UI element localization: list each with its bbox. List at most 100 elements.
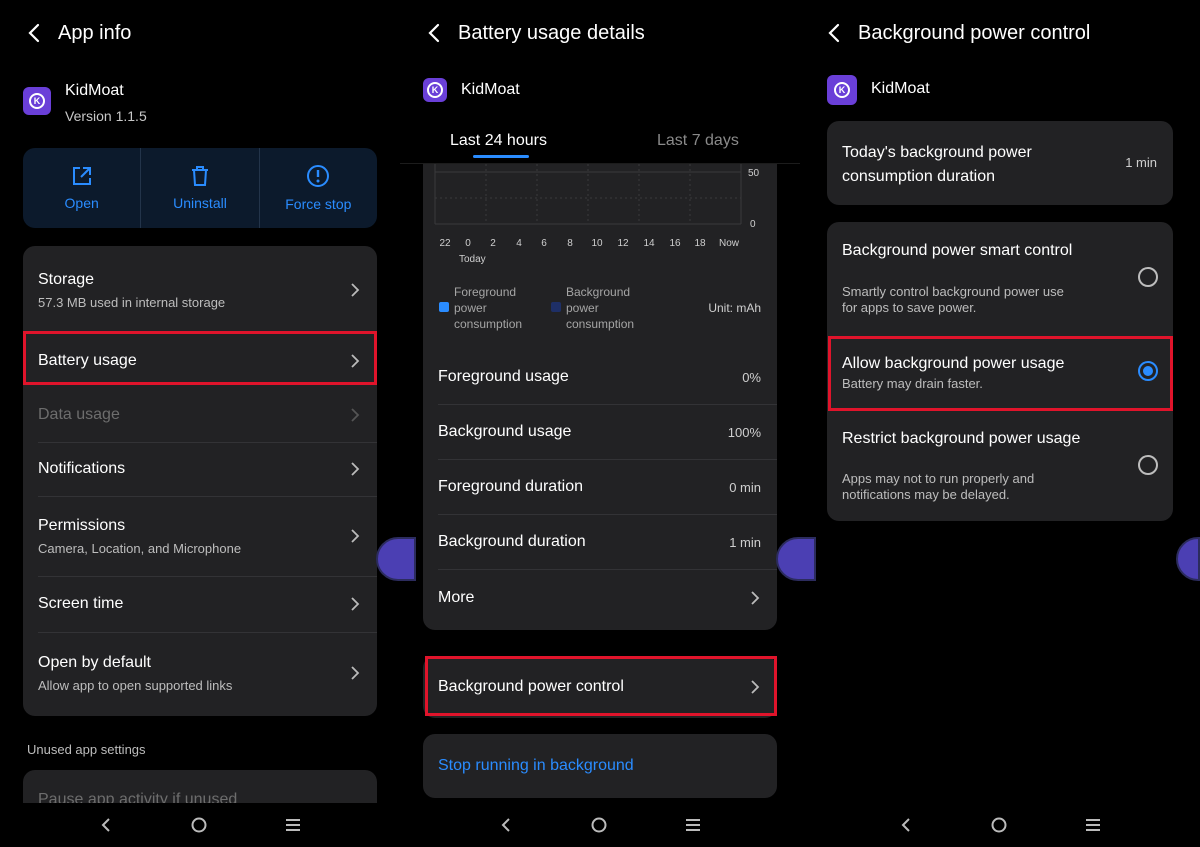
- time-range-tabs: Last 24 hours Last 7 days: [400, 128, 800, 164]
- back-arrow-icon[interactable]: [20, 19, 48, 47]
- chevron-right-icon: [351, 666, 360, 680]
- x-tick-label: 0: [465, 238, 471, 249]
- open-label: Open: [64, 195, 99, 211]
- highlight-box: [828, 336, 1173, 411]
- tab-last-7-days[interactable]: Last 7 days: [657, 132, 739, 150]
- x-tick-label: 18: [694, 238, 706, 249]
- stat-value: 100%: [727, 424, 761, 440]
- chevron-right-icon: [351, 283, 360, 297]
- open-button[interactable]: Open: [23, 148, 142, 228]
- notifications-label: Notifications: [38, 460, 126, 477]
- force-stop-button[interactable]: Force stop: [260, 148, 377, 228]
- bg-power-header: Background power control: [820, 18, 1090, 48]
- page-title: Background power control: [858, 21, 1091, 44]
- permissions-label: Permissions: [38, 516, 126, 534]
- app-version: Version 1.1.5: [65, 108, 147, 124]
- nav-bar: [0, 803, 400, 847]
- stat-value: 1 min: [729, 534, 761, 550]
- tab-last-24-hours[interactable]: Last 24 hours: [450, 132, 547, 150]
- x-tick-label: Now: [719, 238, 740, 249]
- stat-value: 0 min: [729, 479, 761, 495]
- nav-back-icon[interactable]: [898, 816, 914, 834]
- nav-home-icon[interactable]: [590, 816, 608, 834]
- x-tick-label: 4: [516, 238, 522, 249]
- stat-label: Foreground duration: [438, 478, 583, 495]
- trash-icon: [191, 166, 208, 186]
- app-info-panel: App info K KidMoat Version 1.1.5 Open Un…: [0, 0, 400, 847]
- floating-assistant-button[interactable]: [376, 537, 416, 581]
- chevron-right-icon: [751, 591, 760, 605]
- kidmoat-logo-icon: K: [423, 78, 447, 102]
- option-label: Restrict background power usage: [842, 430, 1081, 447]
- option-sub: Apps may not to run properly and notific…: [842, 471, 1035, 502]
- nav-home-icon[interactable]: [990, 816, 1008, 834]
- back-arrow-icon[interactable]: [820, 19, 848, 47]
- highlight-box: [425, 656, 777, 716]
- x-tick-label: 6: [541, 238, 547, 249]
- nav-home-icon[interactable]: [190, 816, 208, 834]
- chart-grid: [434, 164, 742, 225]
- open-by-default-row[interactable]: Open by default Allow app to open suppor…: [23, 632, 377, 714]
- notifications-row[interactable]: Notifications: [23, 442, 377, 496]
- today-duration-label: Today's background power consumption dur…: [842, 144, 1032, 185]
- stop-running-row[interactable]: Stop running in background: [423, 734, 777, 798]
- open-external-icon: [72, 167, 91, 185]
- screen-time-label: Screen time: [38, 595, 124, 612]
- nav-bar: [800, 803, 1200, 847]
- page-title: App info: [58, 21, 132, 44]
- foreground-duration-row: Foreground duration 0 min: [423, 460, 777, 514]
- floating-assistant-button[interactable]: [776, 537, 816, 581]
- app-name: KidMoat: [871, 80, 930, 97]
- kidmoat-logo-icon: K: [827, 75, 857, 105]
- chevron-right-icon: [351, 597, 360, 611]
- more-row[interactable]: More: [423, 570, 777, 626]
- app-actions-bar: Open Uninstall Force stop: [23, 148, 377, 228]
- today-duration-card: Today's background power consumption dur…: [827, 121, 1173, 205]
- x-tick-label: 8: [567, 238, 573, 249]
- more-label: More: [438, 589, 475, 606]
- nav-menu-icon[interactable]: [684, 816, 702, 834]
- nav-menu-icon[interactable]: [1084, 816, 1102, 834]
- x-axis-ticks: 22 0 2 4 6 8 10 12 14 16 18 Now: [439, 238, 739, 249]
- x-tick-label: 2: [490, 238, 496, 249]
- background-usage-row: Background usage 100%: [423, 405, 777, 459]
- storage-row[interactable]: Storage 57.3 MB used in internal storage: [23, 246, 377, 334]
- stat-label: Background usage: [438, 423, 572, 440]
- stat-label: Foreground usage: [438, 368, 569, 385]
- unused-app-settings-header: Unused app settings: [27, 742, 146, 757]
- back-arrow-icon[interactable]: [420, 19, 448, 47]
- unit-label: Unit: mAh: [708, 301, 761, 315]
- force-stop-label: Force stop: [285, 196, 352, 212]
- legend-bg-swatch: [551, 302, 561, 312]
- app-info-header: App info: [20, 18, 131, 48]
- option-restrict-background[interactable]: Restrict background power usage Apps may…: [827, 420, 1173, 520]
- nav-back-icon[interactable]: [98, 816, 114, 834]
- option-smart-control[interactable]: Background power smart control Smartly c…: [827, 222, 1173, 336]
- alert-circle-icon: [307, 165, 330, 187]
- option-sub: Smartly control background power use for…: [842, 284, 1064, 315]
- screen-time-row[interactable]: Screen time: [23, 576, 377, 632]
- tab-indicator: [473, 155, 529, 158]
- data-usage-row: Data usage: [23, 388, 377, 442]
- x-axis-sub-label: Today: [459, 254, 486, 265]
- background-power-panel: Background power control K KidMoat Today…: [800, 0, 1200, 847]
- radio-button[interactable]: [1138, 267, 1158, 287]
- uninstall-label: Uninstall: [173, 195, 227, 211]
- stop-running-card: Stop running in background: [423, 734, 777, 798]
- app-name: KidMoat: [65, 82, 124, 99]
- battery-header: Battery usage details: [420, 18, 645, 48]
- foreground-usage-row: Foreground usage 0%: [423, 350, 777, 404]
- stop-running-label: Stop running in background: [438, 757, 634, 774]
- nav-back-icon[interactable]: [498, 816, 514, 834]
- app-header: K KidMoat: [827, 75, 930, 105]
- app-header: K KidMoat Version 1.1.5: [23, 82, 147, 124]
- chevron-right-icon: [351, 408, 360, 422]
- app-name: KidMoat: [461, 81, 520, 98]
- radio-button[interactable]: [1138, 455, 1158, 475]
- uninstall-button[interactable]: Uninstall: [141, 148, 260, 228]
- permissions-row[interactable]: Permissions Camera, Location, and Microp…: [23, 496, 377, 576]
- nav-menu-icon[interactable]: [284, 816, 302, 834]
- open-by-default-label: Open by default: [38, 653, 151, 671]
- nav-bar: [400, 803, 800, 847]
- legend-fg-swatch: [439, 302, 449, 312]
